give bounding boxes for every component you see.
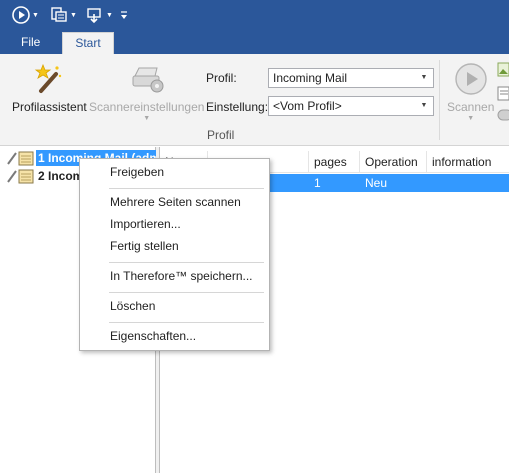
chevron-down-icon: ▼ — [420, 74, 428, 81]
chevron-down-icon: ▼ — [70, 11, 77, 19]
scan-button[interactable]: Scannen ▼ — [447, 62, 494, 122]
profile-wizard-label: Profilassistent — [12, 100, 87, 114]
profile-group-label: Profil — [207, 128, 235, 142]
document-pencil-icon — [6, 168, 36, 184]
cell-pages: 1 — [314, 176, 321, 190]
tree-item-label: 2 Incom — [38, 169, 84, 183]
menu-item-release[interactable]: Freigeben — [81, 162, 268, 183]
menu-separator — [109, 262, 264, 263]
chevron-down-icon: ▼ — [32, 11, 39, 19]
scanner-settings-button[interactable]: Scannereinstellungen ▼ — [89, 62, 204, 122]
play-icon — [12, 6, 30, 24]
customize-icon — [121, 11, 127, 19]
scan-label: Scannen — [447, 100, 495, 114]
ribbon: Profilassistent Scannereinstellungen ▼ P… — [0, 54, 509, 146]
menu-item-import[interactable]: Importieren... — [81, 214, 268, 235]
toggle-icon — [497, 109, 509, 121]
quick-access-download-button[interactable]: ▼ — [86, 4, 113, 26]
tab-file[interactable]: File — [10, 31, 51, 54]
chevron-down-icon: ▼ — [467, 115, 475, 122]
scanner-settings-icon — [132, 67, 164, 93]
menu-item-delete[interactable]: Löschen — [81, 296, 268, 317]
profile-select[interactable]: Incoming Mail ▼ — [268, 68, 434, 88]
ribbon-tab-row: File Start — [0, 31, 509, 54]
context-menu: Freigeben Mehrere Seiten scannen Importi… — [79, 158, 270, 351]
quick-access-customize-button[interactable] — [120, 4, 128, 26]
chevron-down-icon: ▼ — [420, 102, 428, 109]
menu-item-properties[interactable]: Eigenschaften... — [81, 326, 268, 347]
cell-operation: Neu — [365, 176, 388, 190]
play-icon — [454, 63, 487, 95]
setting-select-value: <Vom Profil> — [273, 99, 342, 113]
group-separator — [439, 60, 440, 140]
menu-item-finish[interactable]: Fertig stellen — [81, 236, 268, 257]
profile-select-value: Incoming Mail — [273, 71, 348, 85]
image-icon — [497, 62, 509, 77]
setting-label: Einstellung: — [206, 100, 269, 114]
quick-access-scan-button[interactable]: ▼ — [12, 4, 39, 26]
menu-separator — [109, 322, 264, 323]
tree-item-incoming-mail-2[interactable]: 2 Incom — [6, 167, 85, 185]
setting-select[interactable]: <Vom Profil> ▼ — [268, 96, 434, 116]
profile-wizard-button[interactable]: Profilassistent — [12, 62, 87, 114]
profile-label: Profil: — [206, 71, 237, 85]
column-header-information[interactable]: information — [427, 151, 509, 173]
scanner-settings-label: Scannereinstellungen — [89, 100, 205, 114]
column-header-operation[interactable]: Operation — [360, 151, 427, 173]
tab-start[interactable]: Start — [62, 32, 114, 54]
menu-separator — [109, 292, 264, 293]
magic-wand-icon — [35, 63, 62, 93]
download-icon — [87, 8, 101, 24]
chevron-down-icon: ▼ — [143, 115, 151, 122]
list-icon — [497, 86, 509, 101]
menu-separator — [109, 188, 264, 189]
chevron-down-icon: ▼ — [106, 11, 113, 19]
quick-access-scan-document-button[interactable]: ▼ — [50, 4, 77, 26]
scan-document-icon — [51, 7, 67, 22]
title-bar: ▼ ▼ ▼ — [0, 0, 509, 31]
column-header-pages[interactable]: pages — [309, 151, 360, 173]
menu-item-scan-multiple-pages[interactable]: Mehrere Seiten scannen — [81, 192, 268, 213]
menu-item-save-to-therefore[interactable]: In Therefore™ speichern... — [81, 266, 268, 287]
document-pencil-icon — [6, 150, 36, 166]
